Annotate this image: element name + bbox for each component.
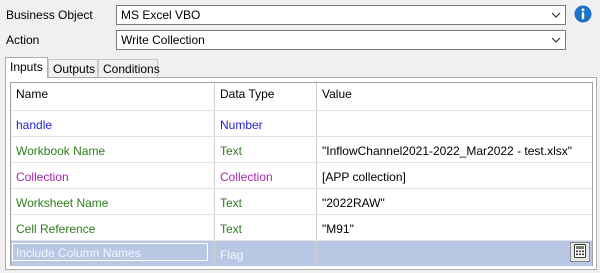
action-select[interactable]: Write Collection xyxy=(116,30,566,50)
table-row-selected[interactable]: Include Column Names Flag xyxy=(11,240,592,266)
param-name-cell: Include Column Names xyxy=(11,241,214,266)
column-header-value[interactable]: Value xyxy=(316,83,592,110)
param-type-cell: Text xyxy=(214,189,316,214)
param-type-cell: Text xyxy=(214,215,316,240)
param-type: Collection xyxy=(220,170,273,184)
param-value: "M91" xyxy=(322,222,354,236)
param-type: Number xyxy=(220,118,263,132)
table-row[interactable]: Cell Reference Text "M91" xyxy=(11,214,592,240)
param-name: Collection xyxy=(16,170,69,184)
column-header-type[interactable]: Data Type xyxy=(214,83,316,110)
calculator-icon xyxy=(574,243,586,261)
param-type-cell: Collection xyxy=(214,163,316,188)
param-value: "2022RAW" xyxy=(322,196,385,210)
action-value: Write Collection xyxy=(121,33,205,47)
tab-conditions-label: Conditions xyxy=(103,62,160,76)
chevron-down-icon[interactable] xyxy=(547,31,565,49)
column-header-name[interactable]: Name xyxy=(11,83,214,110)
param-name: Workbook Name xyxy=(16,144,106,158)
table-row[interactable]: Workbook Name Text "InflowChannel2021-20… xyxy=(11,136,592,162)
param-name: Worksheet Name xyxy=(16,196,109,210)
param-value-cell[interactable]: "2022RAW" xyxy=(316,189,592,214)
param-type-cell: Text xyxy=(214,137,316,162)
param-name: Cell Reference xyxy=(16,222,96,236)
param-name-cell: Worksheet Name xyxy=(11,189,214,214)
param-type-cell: Number xyxy=(214,111,316,136)
param-type: Text xyxy=(220,222,243,236)
param-value: "InflowChannel2021-2022_Mar2022 - test.x… xyxy=(322,144,572,158)
param-value-cell[interactable]: "InflowChannel2021-2022_Mar2022 - test.x… xyxy=(316,137,592,162)
param-type: Text xyxy=(220,196,243,210)
inputs-grid: Name Data Type Value handle Number Workb… xyxy=(10,82,593,266)
param-type: Text xyxy=(220,144,243,158)
chevron-down-icon[interactable] xyxy=(547,6,565,24)
param-name-cell: Collection xyxy=(11,163,214,188)
column-header-type-label: Data Type xyxy=(220,87,275,101)
param-name: Include Column Names xyxy=(16,246,141,260)
tab-outputs[interactable]: Outputs xyxy=(48,59,98,77)
action-label: Action xyxy=(6,33,40,47)
inputs-panel: Name Data Type Value handle Number Workb… xyxy=(5,77,597,270)
table-row[interactable]: Collection Collection [APP collection] xyxy=(11,162,592,188)
param-value-cell[interactable]: [APP collection] xyxy=(316,163,592,188)
grid-header: Name Data Type Value xyxy=(11,83,592,110)
param-value-cell[interactable] xyxy=(316,241,592,266)
tab-inputs[interactable]: Inputs xyxy=(5,57,48,78)
param-name-cell: Workbook Name xyxy=(11,137,214,162)
param-value: [APP collection] xyxy=(322,170,406,184)
param-name-cell: Cell Reference xyxy=(11,215,214,240)
param-value-cell[interactable] xyxy=(316,111,592,136)
tab-inputs-label: Inputs xyxy=(10,60,43,74)
tab-conditions[interactable]: Conditions xyxy=(98,59,160,77)
business-object-label: Business Object xyxy=(6,8,93,22)
info-icon[interactable] xyxy=(574,5,592,23)
business-object-select[interactable]: MS Excel VBO xyxy=(116,5,566,25)
param-type: Flag xyxy=(220,248,244,262)
param-name: handle xyxy=(16,118,53,132)
param-name-cell: handle xyxy=(11,111,214,136)
param-name-box[interactable]: Include Column Names xyxy=(12,243,208,261)
param-type-cell: Flag xyxy=(214,241,316,266)
tab-outputs-label: Outputs xyxy=(53,62,96,76)
param-value-cell[interactable]: "M91" xyxy=(316,215,592,240)
column-header-name-label: Name xyxy=(16,87,49,101)
business-object-value: MS Excel VBO xyxy=(121,8,201,22)
expression-editor-button[interactable] xyxy=(570,242,590,262)
column-header-value-label: Value xyxy=(322,87,352,101)
table-row[interactable]: handle Number xyxy=(11,110,592,136)
table-row[interactable]: Worksheet Name Text "2022RAW" xyxy=(11,188,592,214)
